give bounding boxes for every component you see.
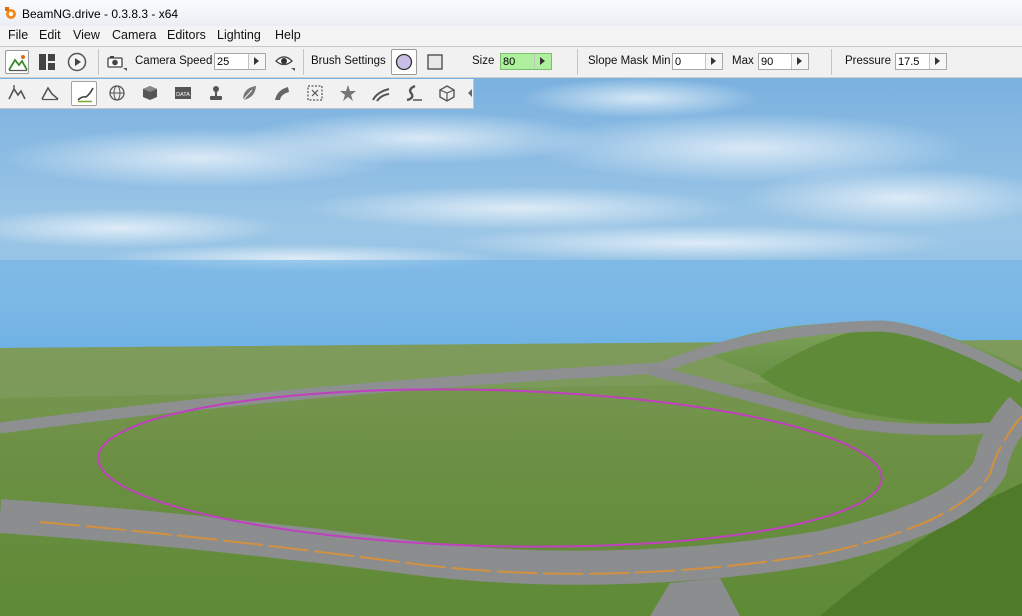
menu-edit[interactable]: Edit (38, 28, 62, 42)
main-toolbar: Camera Speed Brush Settings Size Slope M… (0, 47, 1022, 78)
layout-button[interactable] (35, 50, 59, 74)
palette-item-raise-terrain[interactable] (4, 81, 30, 106)
play-icon (67, 52, 87, 72)
menu-view[interactable]: View (72, 28, 101, 42)
pressure-spin-button[interactable] (929, 54, 946, 69)
beamng-app-icon (5, 7, 16, 19)
cube-icon (143, 86, 157, 100)
decal-icon (340, 85, 356, 101)
camera-speed-input[interactable] (217, 55, 249, 68)
camera-speed-field[interactable] (214, 53, 266, 70)
square-brush-button[interactable] (423, 50, 447, 74)
window-title: BeamNG.drive - 0.3.8.3 - x64 (22, 7, 179, 21)
tool-palette: DATA (0, 79, 474, 109)
toolbar-separator (577, 49, 578, 75)
terrain-editor-button[interactable] (5, 50, 29, 74)
menu-bar: File Edit View Camera Editors Lighting H… (0, 26, 1022, 47)
menu-lighting[interactable]: Lighting (216, 28, 262, 42)
size-field[interactable] (500, 53, 552, 70)
menu-file[interactable]: File (7, 28, 29, 42)
camera-speed-label: Camera Speed (135, 55, 213, 67)
brush-settings-label: Brush Settings (311, 55, 386, 67)
menu-camera[interactable]: Camera (111, 28, 157, 42)
palette-item-river[interactable] (401, 81, 427, 106)
leaf-icon (242, 86, 256, 101)
palette-item-road[interactable] (269, 81, 295, 106)
slope-max-field[interactable] (758, 53, 809, 70)
globe-icon (109, 85, 125, 101)
road-icon (275, 87, 289, 100)
palette-item-bounds[interactable] (302, 81, 328, 106)
eye-icon (275, 56, 295, 71)
size-label: Size (472, 55, 495, 67)
toolbar-separator (303, 49, 304, 75)
min-label: Min (652, 55, 671, 67)
square-brush-icon (427, 54, 443, 70)
palette-item-paint-terrain[interactable] (71, 81, 97, 106)
gizmo-icon (439, 85, 455, 102)
pressure-field[interactable] (895, 53, 947, 70)
title-bar: BeamNG.drive - 0.3.8.3 - x64 (0, 0, 1022, 27)
palette-item-spawn[interactable] (203, 81, 229, 106)
terrain-editor-icon (8, 55, 28, 72)
terrain-raise-icon (8, 85, 26, 100)
bounds-icon (307, 85, 323, 101)
palette-item-mesh-road[interactable] (368, 81, 394, 106)
visibility-button[interactable] (272, 50, 296, 74)
menu-help[interactable]: Help (274, 28, 302, 42)
mesh-road-icon (372, 88, 390, 102)
slope-min-field[interactable] (672, 53, 723, 70)
palette-item-smooth-terrain[interactable] (37, 81, 63, 106)
slope-max-input[interactable] (761, 55, 793, 68)
data-icon-text: DATA (176, 92, 190, 98)
palette-item-forest[interactable] (236, 81, 262, 106)
size-spin-button[interactable] (534, 54, 551, 69)
toolbar-separator (98, 49, 99, 75)
slope-min-spin-button[interactable] (705, 54, 722, 69)
pressure-label: Pressure (845, 55, 892, 67)
palette-item-globe[interactable] (104, 81, 130, 106)
camera-button[interactable] (104, 50, 128, 74)
toolbar-separator (831, 49, 832, 75)
max-label: Max (732, 55, 754, 67)
3d-viewport[interactable] (0, 78, 1022, 616)
palette-item-decal[interactable] (335, 81, 361, 106)
camera-icon (107, 56, 127, 71)
terrain-smooth-icon (41, 86, 59, 101)
river-icon (406, 84, 422, 102)
size-input[interactable] (503, 55, 535, 68)
pressure-input[interactable] (898, 55, 930, 68)
palette-item-data[interactable]: DATA (170, 81, 196, 106)
circle-brush-icon (395, 53, 413, 71)
palette-item-object[interactable] (137, 81, 163, 106)
slope-min-input[interactable] (675, 55, 707, 68)
circle-brush-button[interactable] (391, 49, 417, 75)
joystick-icon (210, 86, 222, 100)
palette-item-gizmo[interactable] (434, 81, 460, 106)
terrain-scene (0, 78, 1022, 616)
slope-mask-label: Slope Mask (588, 55, 649, 67)
play-button[interactable] (65, 50, 89, 74)
layout-icon (39, 54, 55, 70)
data-icon: DATA (175, 87, 191, 99)
menu-editors[interactable]: Editors (166, 28, 207, 42)
palette-collapse-handle[interactable] (467, 79, 473, 108)
slope-max-spin-button[interactable] (791, 54, 808, 69)
terrain-paint-brush-icon (77, 87, 94, 103)
camera-speed-spin-button[interactable] (248, 54, 265, 69)
